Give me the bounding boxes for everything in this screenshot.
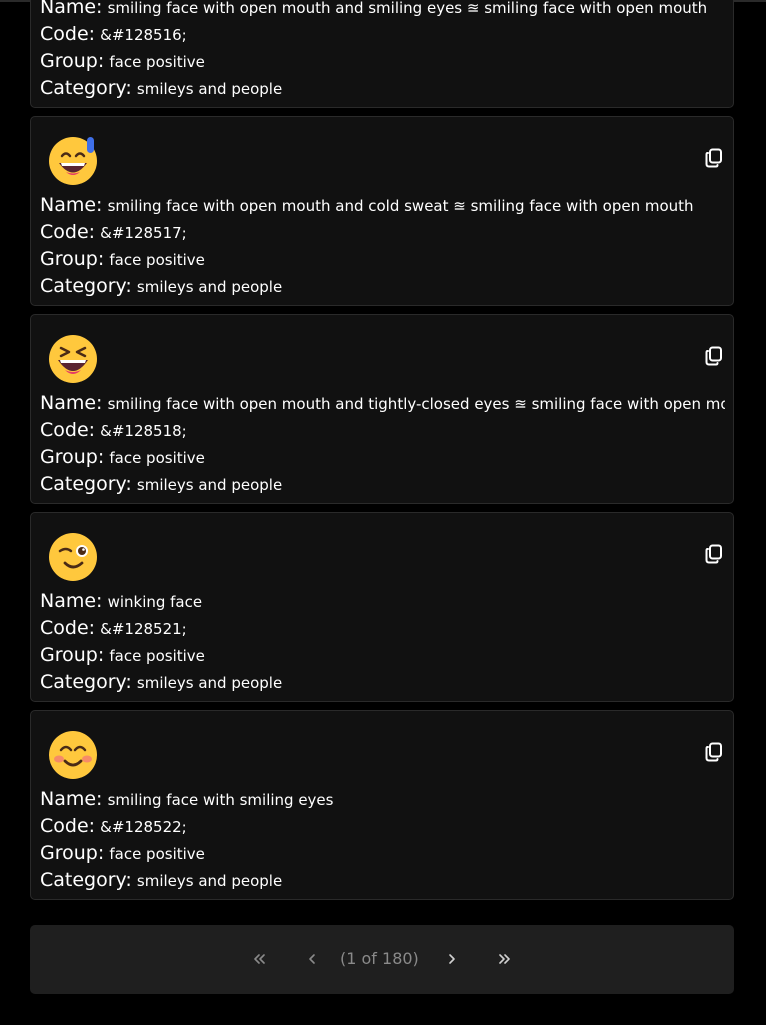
name-value: winking face [107, 593, 203, 611]
emoji-card: Name: smiling face with open mouth and c… [30, 116, 734, 306]
code-value: &#128516; [100, 26, 187, 44]
laughing-face-icon [46, 332, 100, 386]
name-row: Name: smiling face with open mouth and s… [40, 0, 725, 21]
emoji-card: Name: smiling face with open mouth and t… [30, 314, 734, 504]
page-indicator: (1 of 180) [340, 949, 419, 968]
category-value: smileys and people [136, 278, 283, 296]
pagination: (1 of 180) [30, 925, 734, 994]
category-row: Category: smileys and people [40, 867, 725, 894]
code-row: Code: &#128521; [40, 615, 725, 642]
name-row: Name: smiling face with open mouth and t… [40, 390, 725, 417]
group-row: Group: face positive [40, 246, 725, 273]
group-value: face positive [109, 449, 205, 467]
emoji-info: Name: smiling face with open mouth and s… [40, 0, 725, 102]
category-label: Category: [40, 473, 132, 495]
group-label: Group: [40, 446, 105, 468]
group-value: face positive [109, 845, 205, 863]
copy-icon[interactable] [703, 147, 725, 169]
group-label: Group: [40, 644, 105, 666]
name-row: Name: smiling face with open mouth and c… [40, 192, 725, 219]
code-label: Code: [40, 815, 96, 837]
group-value: face positive [109, 53, 205, 71]
category-row: Category: smileys and people [40, 273, 725, 300]
copy-icon[interactable] [703, 741, 725, 763]
double-chevron-right-icon [499, 954, 510, 964]
code-label: Code: [40, 617, 96, 639]
name-label: Name: [40, 788, 103, 810]
emoji-info: Name: smiling face with open mouth and c… [40, 192, 725, 300]
code-row: Code: &#128517; [40, 219, 725, 246]
code-row: Code: &#128518; [40, 417, 725, 444]
winking-face-icon [46, 530, 100, 584]
last-page-button[interactable] [494, 947, 516, 971]
category-label: Category: [40, 869, 132, 891]
emoji-info: Name: winking face Code: &#128521; Group… [40, 588, 725, 696]
code-row: Code: &#128516; [40, 21, 725, 48]
name-value: smiling face with open mouth and smiling… [107, 0, 708, 17]
double-chevron-left-icon [254, 954, 265, 964]
group-value: face positive [109, 251, 205, 269]
copy-icon[interactable] [703, 543, 725, 565]
next-page-button[interactable] [442, 947, 462, 971]
name-label: Name: [40, 392, 103, 414]
category-value: smileys and people [136, 872, 283, 890]
first-page-button[interactable] [248, 947, 270, 971]
copy-icon[interactable] [703, 345, 725, 367]
category-row: Category: smileys and people [40, 471, 725, 498]
smiling-face-with-smiling-eyes-icon [46, 728, 100, 782]
code-row: Code: &#128522; [40, 813, 725, 840]
name-value: smiling face with open mouth and cold sw… [107, 197, 694, 215]
chevron-right-icon [449, 954, 455, 964]
group-label: Group: [40, 50, 105, 72]
category-row: Category: smileys and people [40, 75, 725, 102]
code-value: &#128518; [100, 422, 187, 440]
code-label: Code: [40, 221, 96, 243]
emoji-list: Name: smiling face with open mouth and s… [30, 0, 734, 908]
category-label: Category: [40, 671, 132, 693]
grinning-face-with-sweat-icon [46, 134, 100, 188]
emoji-info: Name: smiling face with smiling eyes Cod… [40, 786, 725, 894]
name-row: Name: winking face [40, 588, 725, 615]
category-label: Category: [40, 77, 132, 99]
emoji-info: Name: smiling face with open mouth and t… [40, 390, 725, 498]
code-value: &#128517; [100, 224, 187, 242]
prev-page-button[interactable] [302, 947, 322, 971]
group-row: Group: face positive [40, 48, 725, 75]
name-label: Name: [40, 590, 103, 612]
emoji-card: Name: smiling face with smiling eyes Cod… [30, 710, 734, 900]
name-value: smiling face with open mouth and tightly… [107, 395, 725, 413]
category-value: smileys and people [136, 80, 283, 98]
emoji-card: Name: winking face Code: &#128521; Group… [30, 512, 734, 702]
group-label: Group: [40, 842, 105, 864]
name-label: Name: [40, 194, 103, 216]
code-value: &#128522; [100, 818, 187, 836]
category-value: smileys and people [136, 476, 283, 494]
group-row: Group: face positive [40, 444, 725, 471]
group-value: face positive [109, 647, 205, 665]
code-label: Code: [40, 23, 96, 45]
category-value: smileys and people [136, 674, 283, 692]
category-label: Category: [40, 275, 132, 297]
group-label: Group: [40, 248, 105, 270]
code-label: Code: [40, 419, 96, 441]
emoji-card: Name: smiling face with open mouth and s… [30, 0, 734, 108]
group-row: Group: face positive [40, 642, 725, 669]
name-value: smiling face with smiling eyes [107, 791, 334, 809]
chevron-left-icon [309, 954, 315, 964]
category-row: Category: smileys and people [40, 669, 725, 696]
code-value: &#128521; [100, 620, 187, 638]
name-label: Name: [40, 0, 103, 18]
group-row: Group: face positive [40, 840, 725, 867]
name-row: Name: smiling face with smiling eyes [40, 786, 725, 813]
